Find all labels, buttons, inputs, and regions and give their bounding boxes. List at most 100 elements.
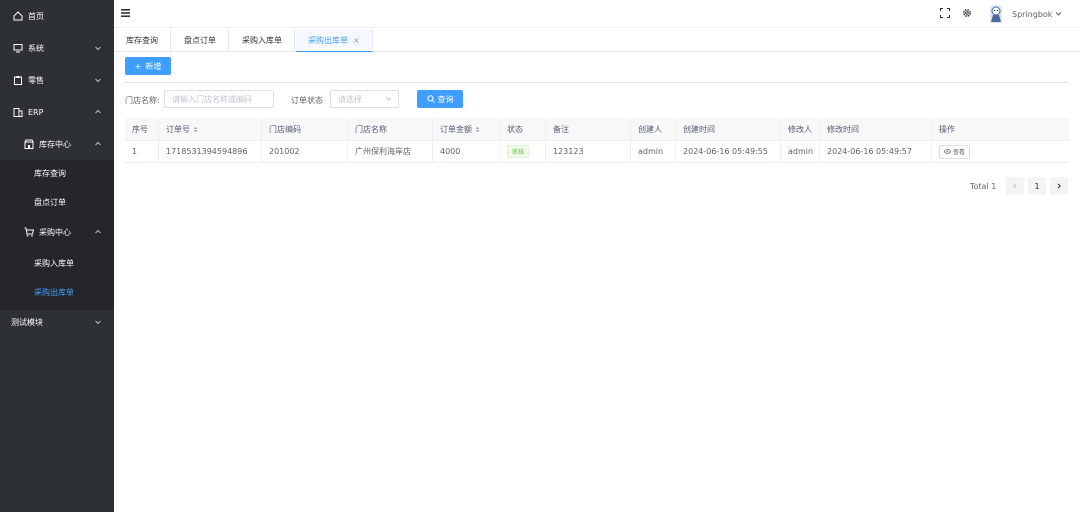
cell-remark: 123123 — [546, 141, 631, 162]
sidebar-item-test-module[interactable]: 测试模块 — [0, 310, 114, 334]
header-text: 订单号 — [166, 124, 190, 134]
col-header-creator: 创建人 — [631, 118, 676, 140]
monitor-icon — [13, 43, 23, 53]
cell-store-code: 201002 — [262, 141, 348, 162]
header-text: 序号 — [132, 124, 148, 134]
cell-index: 1 — [125, 141, 159, 162]
cell-status: 审核 — [500, 141, 546, 162]
sidebar-item-home[interactable]: 首页 — [0, 4, 114, 28]
chevron-left-icon — [1013, 183, 1017, 189]
sidebar-item-label: 库存中心 — [39, 139, 71, 149]
tab-stocktake-order[interactable]: 盘点订单 — [172, 29, 229, 52]
sort-icon[interactable] — [475, 126, 480, 133]
cell-creator: admin — [631, 141, 676, 162]
cell-store-name: 广州保利海岸店 — [348, 141, 433, 162]
pagination-total: Total 1 — [970, 182, 997, 191]
chevron-up-icon — [95, 141, 101, 146]
view-button[interactable]: 查看 — [939, 144, 971, 159]
sidebar-item-label: 测试模块 — [11, 317, 43, 327]
tab-inventory-query[interactable]: 库存查询 — [114, 29, 171, 52]
col-header-modifier: 修改人 — [781, 118, 820, 140]
page-number-button[interactable]: 1 — [1028, 177, 1046, 195]
store-name-placeholder: 请输入门店名称或编码 — [172, 94, 252, 104]
tab-purchase-inbound[interactable]: 采购入库单 — [230, 29, 295, 52]
chevron-down-icon — [385, 97, 392, 101]
header-text: 订单金额 — [440, 124, 472, 134]
tab-label: 库存查询 — [126, 36, 158, 45]
table-row: 1 1718531394594896 201002 广州保利海岸店 4000 审… — [125, 141, 1069, 163]
sidebar-item-purchase-inbound[interactable]: 采购入库单 — [0, 252, 114, 274]
fullscreen-icon[interactable] — [940, 8, 950, 18]
sidebar-item-label: 采购出库单 — [34, 287, 74, 297]
col-header-status: 状态 — [500, 118, 546, 140]
col-header-index: 序号 — [125, 118, 159, 140]
col-header-remark: 备注 — [546, 118, 631, 140]
cell-amount: 4000 — [433, 141, 500, 162]
chevron-up-icon — [95, 109, 101, 114]
avatar[interactable] — [988, 4, 1004, 24]
header-text: 操作 — [939, 124, 955, 134]
table-header: 序号 订单号 门店编码 门店名称 订单金额 状态 备注 创建人 创建时间 修改人… — [125, 118, 1069, 141]
tab-label: 采购入库单 — [242, 36, 282, 45]
sidebar-item-purchase-center[interactable]: 采购中心 — [0, 220, 114, 244]
query-button[interactable]: 查询 — [417, 90, 463, 108]
close-icon[interactable]: × — [353, 36, 360, 45]
sidebar-item-label: 采购入库单 — [34, 258, 74, 268]
status-badge: 审核 — [507, 145, 530, 158]
view-button-label: 查看 — [953, 149, 966, 156]
search-icon — [426, 95, 435, 103]
col-header-order-no[interactable]: 订单号 — [159, 118, 262, 140]
username[interactable]: Springbok — [1012, 10, 1052, 19]
header-text: 创建时间 — [683, 124, 715, 134]
sidebar-item-inventory-query[interactable]: 库存查询 — [0, 162, 114, 184]
cell-created-at: 2024-06-16 05:49:55 — [676, 141, 781, 162]
order-status-label: 订单状态 — [291, 96, 323, 105]
sidebar-item-retail[interactable]: 零售 — [0, 68, 114, 92]
hamburger-icon[interactable] — [121, 8, 131, 18]
col-header-created-at: 创建时间 — [676, 118, 781, 140]
chevron-down-icon — [95, 78, 101, 83]
tab-purchase-outbound[interactable]: 采购出库单 × — [296, 29, 373, 52]
store-name-label: 门店名称: — [125, 96, 160, 105]
cell-actions: 查看 — [932, 141, 1069, 162]
chevron-up-icon — [95, 229, 101, 234]
cart-icon — [24, 227, 34, 237]
header-text: 门店名称 — [355, 124, 387, 134]
sidebar-item-erp[interactable]: ERP — [0, 100, 114, 124]
header-text: 门店编码 — [269, 124, 301, 134]
sidebar-item-label: ERP — [28, 107, 44, 117]
sidebar-item-label: 盘点订单 — [34, 197, 66, 207]
sidebar-item-purchase-outbound[interactable]: 采购出库单 — [0, 281, 114, 303]
navbar: Springbok — [114, 0, 1080, 28]
tab-label: 采购出库单 — [308, 35, 348, 45]
next-page-button[interactable] — [1050, 177, 1068, 195]
sidebar-item-system[interactable]: 系统 — [0, 36, 114, 60]
col-header-amount[interactable]: 订单金额 — [433, 118, 500, 140]
gear-icon[interactable] — [962, 8, 972, 18]
clipboard-icon — [13, 75, 23, 85]
cell-modified-at: 2024-06-16 05:49:57 — [820, 141, 932, 162]
order-status-select[interactable]: 请选择 — [330, 90, 399, 108]
sidebar-item-label: 零售 — [28, 75, 44, 85]
sidebar-item-stocktake-order[interactable]: 盘点订单 — [0, 191, 114, 213]
sidebar-item-label: 系统 — [28, 43, 44, 53]
header-text: 状态 — [507, 124, 523, 134]
header-text: 备注 — [553, 124, 569, 134]
add-button[interactable]: + 新增 — [125, 57, 171, 75]
col-header-store-code: 门店编码 — [262, 118, 348, 140]
chevron-down-icon[interactable] — [1055, 11, 1062, 17]
chevron-down-icon — [95, 320, 101, 325]
eye-icon — [944, 149, 951, 154]
order-status-placeholder: 请选择 — [338, 94, 362, 104]
store-icon — [24, 139, 34, 149]
tab-label: 盘点订单 — [184, 36, 216, 45]
header-text: 修改时间 — [827, 124, 859, 134]
sidebar-item-inventory-center[interactable]: 库存中心 — [0, 132, 114, 156]
plus-icon: + — [134, 61, 142, 71]
divider — [125, 82, 1068, 83]
col-header-actions: 操作 — [932, 118, 1069, 140]
store-name-input[interactable]: 请输入门店名称或编码 — [164, 90, 274, 108]
sort-icon[interactable] — [193, 126, 198, 133]
add-button-label: 新增 — [145, 61, 162, 71]
prev-page-button[interactable] — [1006, 177, 1024, 195]
